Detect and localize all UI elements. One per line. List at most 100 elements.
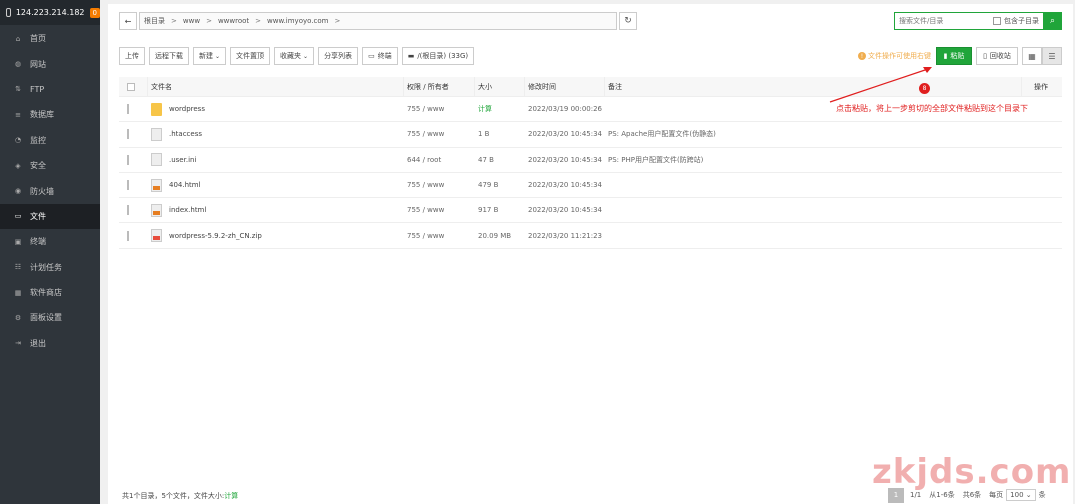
table-row[interactable]: wordpress-5.9.2-zh_CN.zip 755 / www 20.09 …	[119, 223, 1062, 249]
file-perm[interactable]: 755 / www	[404, 232, 475, 240]
chevron-right-icon: >	[334, 17, 341, 25]
sidebar-item[interactable]: ◍ 网站	[0, 51, 100, 76]
schedule-icon: ☷	[14, 263, 22, 272]
table-row[interactable]: index.html 755 / www 917 B 2022/03/20 10:45…	[119, 198, 1062, 224]
file-name[interactable]: .user.ini	[169, 156, 196, 164]
sidebar-item[interactable]: ⌂ 首页	[0, 26, 100, 51]
search-input[interactable]	[895, 13, 993, 29]
server-ip: 124.223.214.182	[15, 8, 85, 17]
header-size[interactable]: 大小	[475, 76, 525, 97]
folder-icon: ▭	[14, 212, 22, 221]
sidebar-item[interactable]: ▭ 文件	[0, 203, 100, 230]
chevron-right-icon: >	[255, 17, 262, 25]
search-button[interactable]: ⌕	[1043, 12, 1062, 30]
zip-file-icon	[151, 229, 162, 243]
breadcrumb-item[interactable]: 根目录	[144, 16, 165, 26]
row-checkbox[interactable]	[127, 230, 129, 241]
store-icon: ▦	[14, 288, 22, 297]
sidebar-item[interactable]: ☷ 计划任务	[0, 255, 100, 280]
file-time: 2022/03/20 10:45:34	[528, 130, 603, 139]
row-checkbox-cell	[119, 104, 148, 115]
chevron-right-icon: >	[171, 17, 177, 25]
recycle-label: 回收站	[989, 52, 1011, 60]
pin-file-button[interactable]: 文件置顶	[230, 47, 271, 65]
select-all-checkbox[interactable]	[127, 82, 135, 91]
file-perm[interactable]: 755 / www	[404, 181, 475, 189]
file-perm[interactable]: 644 / root	[404, 156, 475, 164]
file-perm[interactable]: 755 / www	[404, 105, 475, 113]
back-button[interactable]: ←	[119, 12, 137, 30]
search-icon: ⌕	[1049, 16, 1056, 26]
file-name-cell: wordpress	[148, 102, 404, 116]
recycle-bin-button[interactable]: ▯ 回收站	[976, 47, 1018, 65]
header-perm[interactable]: 权限 / 所有者	[404, 76, 475, 97]
sidebar-item[interactable]: ◈ 安全	[0, 153, 100, 178]
header-time[interactable]: 修改时间	[525, 76, 605, 97]
row-checkbox-cell	[119, 205, 148, 216]
globe-icon: ◍	[14, 60, 22, 69]
file-name[interactable]: 404.html	[169, 181, 201, 189]
header-name[interactable]: 文件名	[148, 76, 404, 97]
file-time: 2022/03/20 10:45:34	[528, 206, 603, 215]
terminal-button[interactable]: ▭ 终端	[362, 47, 398, 65]
remote-download-button[interactable]: 远程下载	[149, 47, 189, 65]
sidebar-item[interactable]: ▣ 终端	[0, 229, 100, 254]
upload-button[interactable]: 上传	[119, 47, 145, 65]
notification-badge[interactable]: 0	[89, 7, 100, 18]
file-size[interactable]: 计算	[475, 104, 525, 114]
logout-icon: ⇥	[15, 339, 21, 348]
home-icon: ⌂	[15, 34, 21, 43]
bookmarks-dropdown[interactable]: 收藏夹 ⌄	[274, 47, 315, 65]
list-view-button[interactable]: ☰	[1042, 47, 1062, 65]
disk-button[interactable]: ▬/(根目录) (33G)	[401, 47, 475, 65]
breadcrumb-item[interactable]: wwwroot	[218, 17, 249, 25]
row-checkbox-cell	[119, 230, 148, 241]
file-size: 1 B	[478, 130, 490, 139]
breadcrumb-item[interactable]: www.imyoyo.com	[267, 17, 328, 25]
row-checkbox[interactable]	[127, 104, 129, 115]
sidebar-item-label: 文件	[30, 211, 46, 221]
file-size: 917 B	[478, 206, 499, 215]
table-body: wordpress 755 / www 计算 2022/03/19 00:00:26.…	[119, 97, 1062, 249]
row-checkbox[interactable]	[127, 205, 129, 216]
grid-view-button[interactable]: ▦	[1022, 47, 1042, 65]
new-dropdown[interactable]: 新建 ⌄	[193, 47, 227, 65]
sidebar-item-label: 软件商店	[30, 288, 62, 298]
sidebar-item[interactable]: ◉ 防火墙	[0, 178, 100, 203]
row-checkbox-cell	[119, 154, 148, 165]
subdir-checkbox[interactable]	[993, 17, 1001, 25]
file-size: 479 B	[478, 181, 499, 190]
folder-file-icon	[151, 102, 162, 116]
sidebar-item-label: 退出	[30, 338, 46, 348]
sidebar-item[interactable]: ⚙ 面板设置	[0, 305, 100, 330]
breadcrumb[interactable]: 根目录 > www > wwwroot > www.imyoyo.com >	[139, 12, 617, 30]
row-checkbox[interactable]	[127, 180, 129, 191]
arrow-left-icon: ←	[124, 16, 132, 26]
file-name[interactable]: wordpress	[169, 105, 205, 113]
calc-size-link[interactable]: 计算	[224, 492, 238, 500]
refresh-button[interactable]: ↻	[619, 12, 637, 30]
table-row[interactable]: 404.html 755 / www 479 B 2022/03/20 10:45:3…	[119, 173, 1062, 199]
sidebar-item[interactable]: ≡ 数据库	[0, 102, 100, 127]
row-checkbox[interactable]	[127, 129, 129, 140]
file-name[interactable]: index.html	[169, 206, 206, 214]
disk-icon: ▬	[407, 52, 415, 60]
share-list-button[interactable]: 分享列表	[318, 47, 359, 65]
subdir-option[interactable]: 包含子目录	[993, 13, 1039, 29]
sidebar-item-label: 首页	[30, 34, 46, 44]
sidebar-item[interactable]: ▦ 软件商店	[0, 280, 100, 305]
file-perm[interactable]: 755 / www	[404, 130, 475, 138]
table-row[interactable]: .user.ini 644 / root 47 B 2022/03/20 10:45:…	[119, 148, 1062, 173]
sidebar-item[interactable]: ⇅ FTP	[0, 77, 100, 102]
file-perm[interactable]: 755 / www	[404, 206, 475, 214]
sidebar-item[interactable]: ⇥ 退出	[0, 331, 100, 356]
table-row[interactable]: .htaccess 755 / www 1 B 2022/03/20 10:45:34…	[119, 122, 1062, 148]
file-name[interactable]: .htaccess	[169, 130, 202, 138]
file-note: PS: PHP用户配置文件(防跨站)	[608, 155, 704, 164]
breadcrumb-item[interactable]: www	[183, 17, 200, 25]
file-name[interactable]: wordpress-5.9.2-zh_CN.zip	[169, 232, 262, 240]
row-checkbox[interactable]	[127, 154, 129, 165]
panel-logo-icon	[6, 8, 11, 17]
sidebar-item-label: 面板设置	[30, 313, 62, 323]
sidebar-item[interactable]: ◔ 监控	[0, 128, 100, 153]
